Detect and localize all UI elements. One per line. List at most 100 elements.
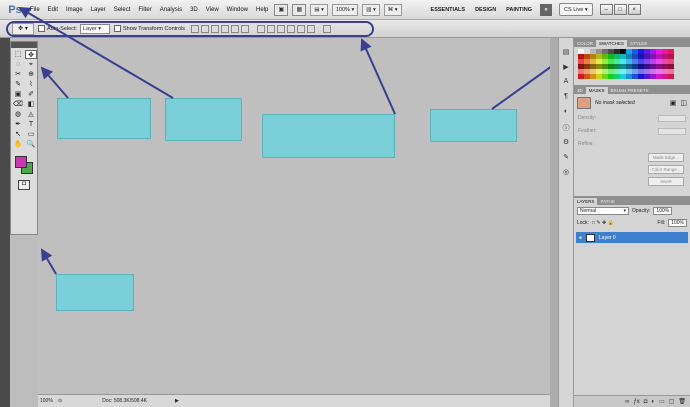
delete-layer-icon[interactable]: 🗑 xyxy=(678,398,686,405)
density-field[interactable] xyxy=(658,115,686,122)
lasso-tool-icon[interactable]: ◌ xyxy=(12,60,24,69)
clone-source-panel-icon[interactable]: ⚙ xyxy=(561,138,571,147)
brush-tool-icon[interactable]: ✎ xyxy=(12,80,24,89)
status-zoom[interactable]: 100% xyxy=(40,398,58,404)
tab-3d[interactable]: 3D xyxy=(574,87,586,94)
status-menu-arrow-icon[interactable]: ▶ xyxy=(175,398,179,404)
options-bar: ✥ ▾ Auto-Select: Layer ▾ Show Transform … xyxy=(0,20,690,38)
healing-tool-icon[interactable]: ⌇ xyxy=(25,80,37,89)
crop-tool-icon[interactable]: ✂ xyxy=(12,70,24,79)
menu-help[interactable]: Help xyxy=(252,7,272,13)
menu-select[interactable]: Select xyxy=(110,7,135,13)
mask-edge-button[interactable]: Mask Edge... xyxy=(648,153,684,162)
tab-brush-presets[interactable]: BRUSH PRESETS xyxy=(608,87,652,94)
tab-styles[interactable]: STYLES xyxy=(627,40,650,47)
marquee-tool-icon[interactable]: ⬚ xyxy=(12,50,24,59)
tab-color[interactable]: COLOR xyxy=(574,40,596,47)
quick-mask-icon[interactable]: ◘ xyxy=(18,180,30,190)
tab-layers[interactable]: LAYERS xyxy=(574,198,598,205)
stamp-tool-icon[interactable]: ▣ xyxy=(12,90,24,99)
refine-row: Refine: xyxy=(574,138,690,150)
feather-field[interactable] xyxy=(658,128,686,135)
brush-panel-icon[interactable]: ✎ xyxy=(561,153,571,162)
bridge-icon[interactable]: ▣ xyxy=(274,3,289,16)
info-panel-icon[interactable]: ⓘ xyxy=(561,123,571,132)
shape-tool-icon[interactable]: ▭ xyxy=(25,130,37,139)
tab-masks[interactable]: MASKS xyxy=(585,87,608,94)
tab-paths[interactable]: PATHS xyxy=(597,198,617,205)
menu-window[interactable]: Window xyxy=(223,7,252,13)
pen-tool-icon[interactable]: ✒ xyxy=(12,120,24,129)
menu-filter[interactable]: Filter xyxy=(134,7,155,13)
mini-bridge-icon[interactable]: ▦ xyxy=(292,3,307,16)
blend-mode-value: Normal xyxy=(580,208,597,214)
swatches-grid xyxy=(574,47,690,81)
blend-mode-dropdown[interactable]: Normal ▾ xyxy=(577,207,629,215)
minimize-button[interactable]: – xyxy=(599,4,613,15)
visibility-eye-icon[interactable]: ● xyxy=(579,235,582,241)
quick-select-tool-icon[interactable]: ⌖ xyxy=(25,60,37,69)
zoom-tool-icon[interactable]: 🔍 xyxy=(25,140,37,149)
opacity-field[interactable]: 100% xyxy=(653,207,673,215)
pixel-mask-icon[interactable]: ▣ xyxy=(670,99,677,107)
dodge-tool-icon[interactable]: ◬ xyxy=(25,110,37,119)
swatches-tabs: COLOR SWATCHES STYLES xyxy=(574,38,690,47)
link-layers-icon[interactable]: ∞ xyxy=(625,399,629,405)
vector-mask-icon[interactable]: ◫ xyxy=(680,99,687,107)
eraser-tool-icon[interactable]: ⌫ xyxy=(12,100,24,109)
screen-mode-dropdown[interactable]: ⌘ ▾ xyxy=(383,3,402,16)
mask-thumbnail xyxy=(577,97,591,109)
tab-swatches[interactable]: SWATCHES xyxy=(596,40,628,47)
history-brush-tool-icon[interactable]: ✐ xyxy=(25,90,37,99)
menu-edit[interactable]: Edit xyxy=(44,7,62,13)
blur-tool-icon[interactable]: ◍ xyxy=(12,110,24,119)
adjustments-panel-icon[interactable]: ◐ xyxy=(561,108,571,117)
fill-field[interactable]: 100% xyxy=(668,219,687,227)
callout-box-swatches xyxy=(56,274,134,311)
new-group-icon[interactable]: ▭ xyxy=(659,398,665,405)
extras-dropdown[interactable]: ▤ ▾ xyxy=(310,3,328,16)
layer-row[interactable]: ● Layer 0 xyxy=(576,232,688,243)
workspace-painting[interactable]: PAINTING xyxy=(501,7,537,13)
menu-3d[interactable]: 3D xyxy=(186,7,202,13)
workspace-essentials[interactable]: ESSENTIALS xyxy=(426,7,471,13)
lock-icons[interactable]: □ ✎ ✥ 🔒 xyxy=(592,220,614,226)
swatch-cell[interactable] xyxy=(668,74,674,79)
menu-file[interactable]: File xyxy=(26,7,44,13)
history-panel-icon[interactable]: ▤ xyxy=(561,48,571,57)
workspace-design[interactable]: DESIGN xyxy=(470,7,501,13)
add-mask-icon[interactable]: ◘ xyxy=(644,399,648,405)
maximize-button[interactable]: □ xyxy=(613,4,627,15)
options-bar-highlight xyxy=(6,21,374,37)
color-swatches xyxy=(11,154,37,178)
color-range-button[interactable]: Color Range... xyxy=(648,165,684,174)
layer-thumbnail xyxy=(586,233,596,242)
feather-label: Feather: xyxy=(578,128,597,134)
type-tool-icon[interactable]: T xyxy=(25,120,37,129)
menu-analysis[interactable]: Analysis xyxy=(156,7,186,13)
paragraph-panel-icon[interactable]: ¶ xyxy=(561,93,571,102)
document-canvas[interactable] xyxy=(38,38,550,394)
menu-view[interactable]: View xyxy=(202,7,223,13)
new-layer-icon[interactable]: ▢ xyxy=(669,398,675,405)
character-panel-icon[interactable]: A xyxy=(561,78,571,87)
close-button[interactable]: × xyxy=(627,4,641,15)
navigator-panel-icon[interactable]: ◎ xyxy=(561,168,571,177)
workspace-more-button[interactable]: » xyxy=(540,3,553,16)
cs-live-button[interactable]: CS Live ▾ xyxy=(559,3,593,16)
eyedropper-tool-icon[interactable]: ⊕ xyxy=(25,70,37,79)
arrange-dropdown[interactable]: ▥ ▾ xyxy=(362,3,380,16)
gradient-tool-icon[interactable]: ◧ xyxy=(25,100,37,109)
actions-panel-icon[interactable]: ▶ xyxy=(561,63,571,72)
fx-icon[interactable]: ƒx xyxy=(633,399,639,405)
adjustment-layer-icon[interactable]: ◐ xyxy=(651,399,655,405)
move-tool-icon[interactable]: ✥ xyxy=(25,50,37,59)
menu-layer[interactable]: Layer xyxy=(87,7,110,13)
invert-button[interactable]: Invert xyxy=(648,177,684,186)
path-select-tool-icon[interactable]: ↖ xyxy=(12,130,24,139)
zoom-dropdown[interactable]: 100% ▾ xyxy=(331,3,359,16)
foreground-color-swatch[interactable] xyxy=(15,156,27,168)
hand-tool-icon[interactable]: ✋ xyxy=(12,140,24,149)
menu-image[interactable]: Image xyxy=(62,7,87,13)
tools-grid: ⬚ ✥ ◌ ⌖ ✂ ⊕ ✎ ⌇ ▣ ✐ ⌫ ◧ ◍ ◬ ✒ T ↖ ▭ ✋ 🔍 xyxy=(11,48,37,151)
